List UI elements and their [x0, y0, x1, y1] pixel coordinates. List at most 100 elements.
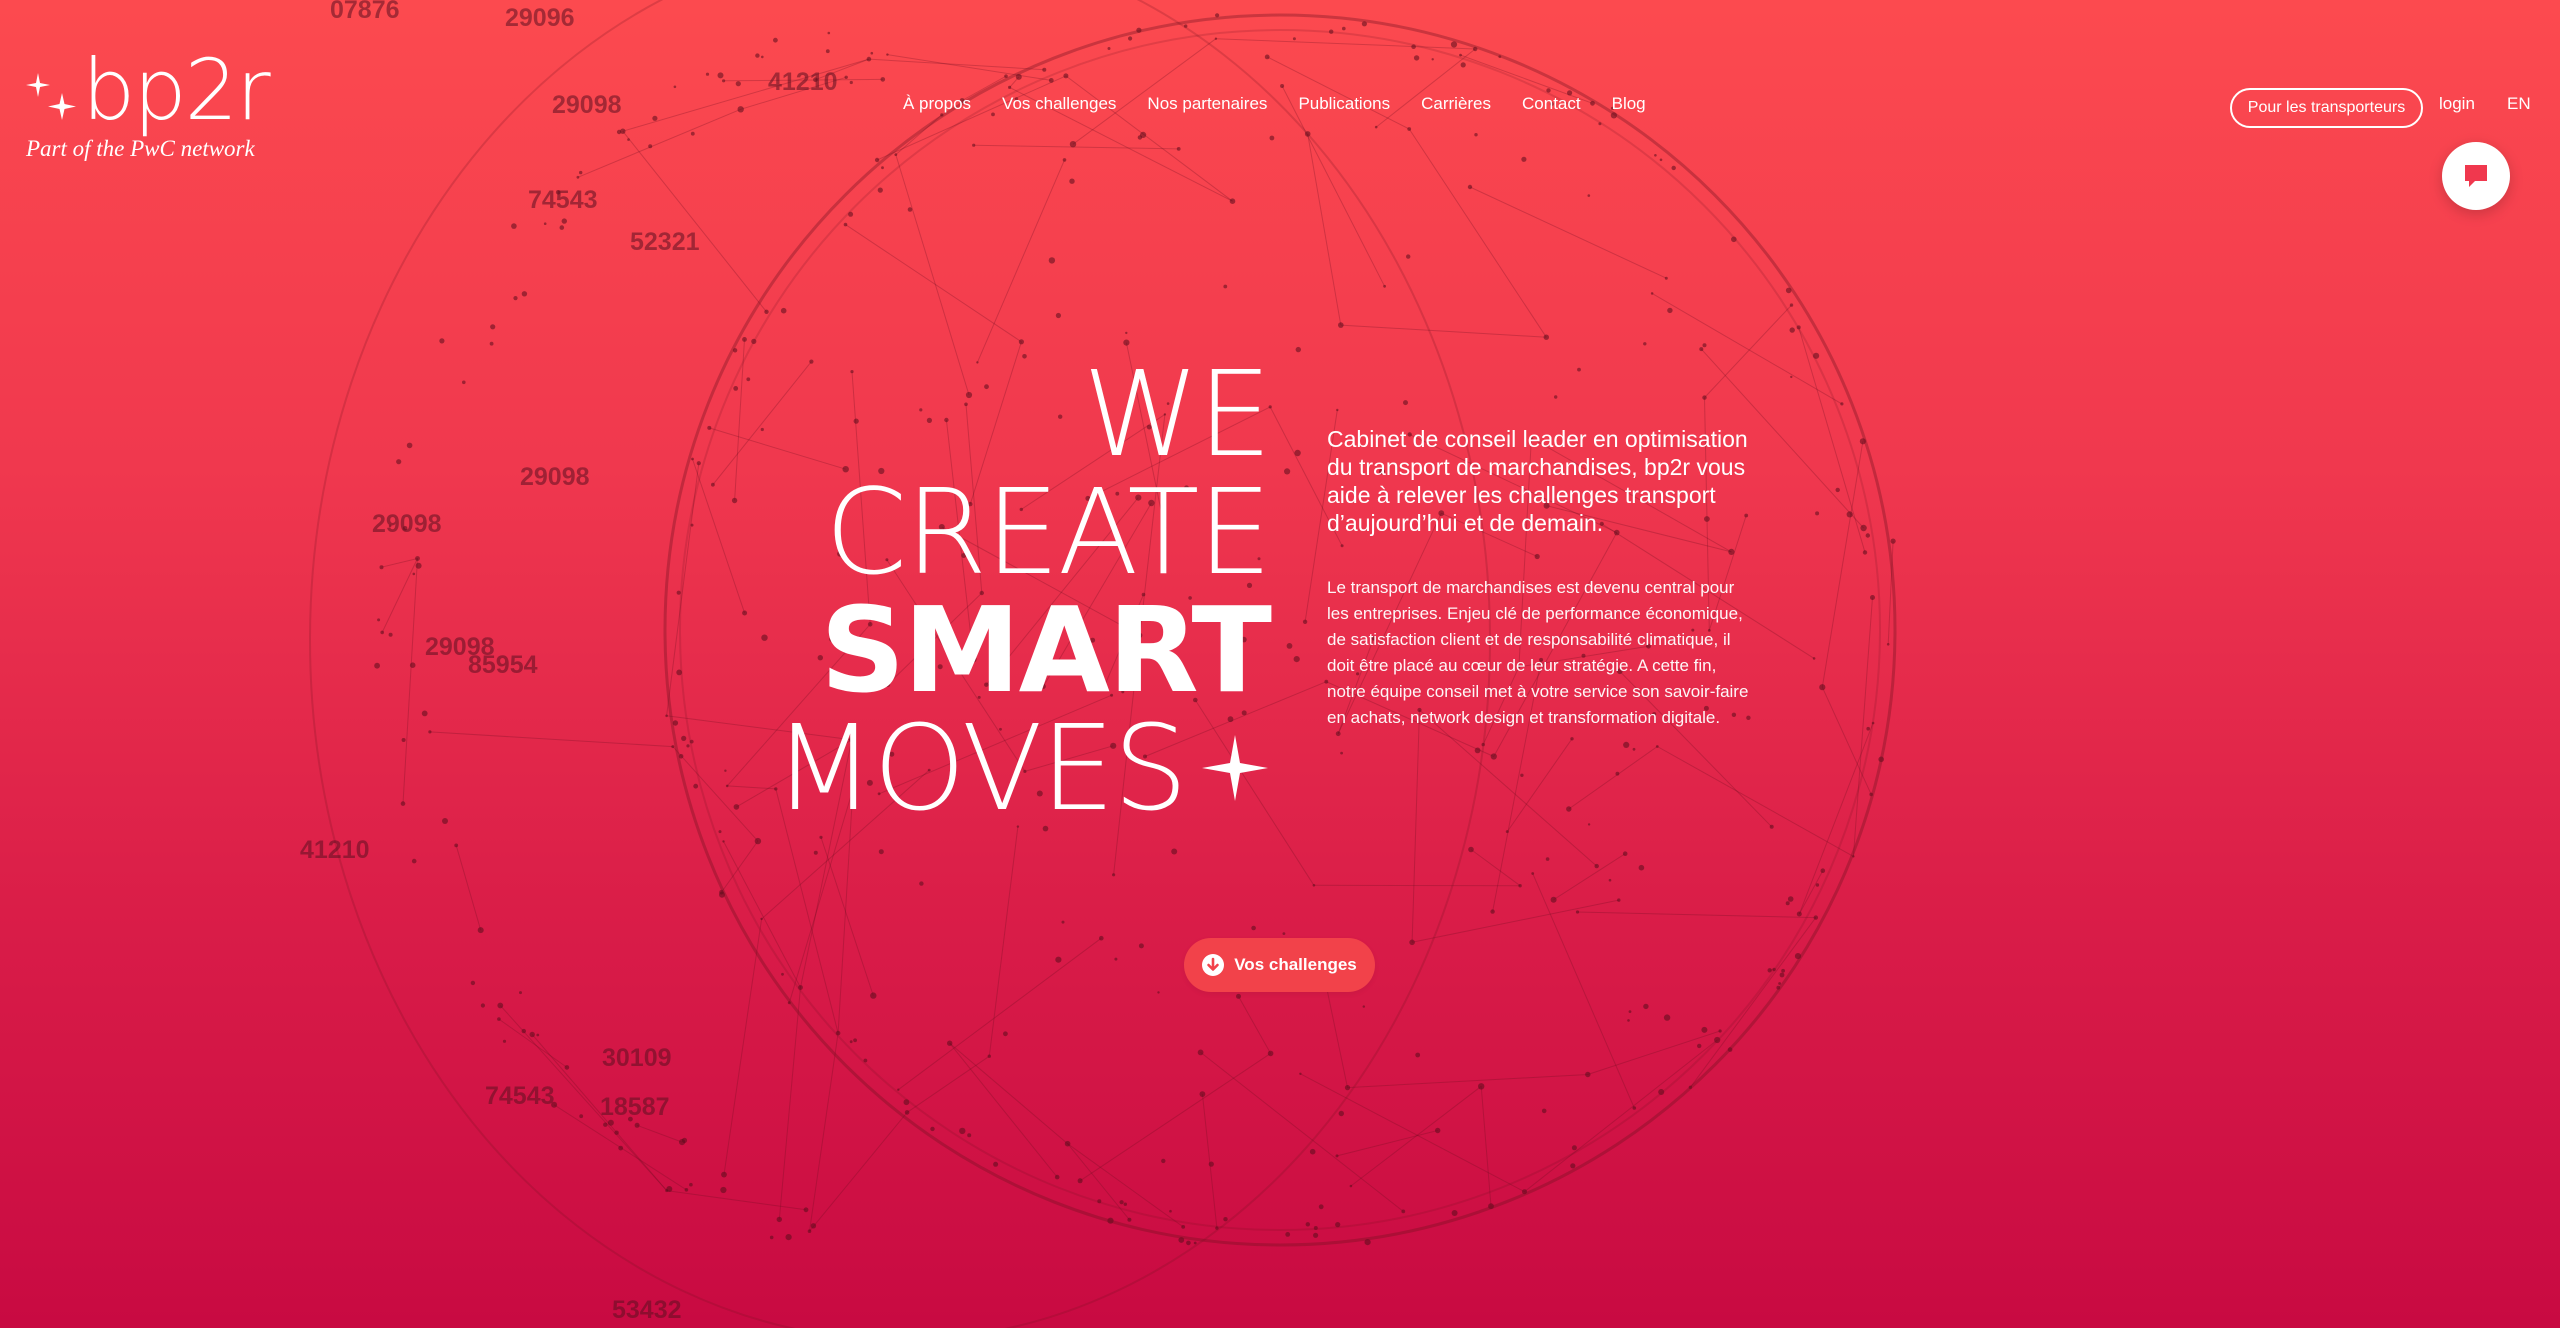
- network-node: [760, 427, 764, 432]
- network-node: [666, 1186, 673, 1192]
- network-node: [1727, 1047, 1733, 1052]
- language-switch[interactable]: EN: [2507, 94, 2531, 114]
- hero-title-line-we: WE: [1082, 345, 1272, 483]
- network-node: [1598, 122, 1602, 126]
- network-node: [1229, 198, 1236, 204]
- network-edge: [553, 1104, 687, 1191]
- network-node: [1435, 1127, 1441, 1134]
- network-node: [1181, 1225, 1186, 1229]
- network-node: [1197, 1049, 1204, 1056]
- network-node: [1460, 62, 1466, 68]
- network-node: [863, 1058, 868, 1063]
- network-node: [690, 523, 694, 527]
- network-node: [721, 1171, 727, 1178]
- network-node: [648, 144, 653, 149]
- network-node: [878, 849, 884, 855]
- network-node: [1886, 643, 1890, 646]
- network-node: [1467, 184, 1473, 190]
- network-node: [1123, 1202, 1128, 1206]
- carriers-button[interactable]: Pour les transporteurs: [2230, 88, 2423, 128]
- network-node: [521, 291, 528, 297]
- network-node: [1846, 511, 1853, 518]
- nav-item-carrieres[interactable]: Carrières: [1421, 94, 1491, 114]
- nav-item-publications[interactable]: Publications: [1298, 94, 1390, 114]
- network-node: [718, 830, 722, 834]
- network-node: [1208, 1161, 1214, 1167]
- network-node: [379, 565, 384, 570]
- login-link[interactable]: login: [2439, 94, 2475, 114]
- logo-tagline: Part of the PwC network: [26, 136, 255, 161]
- network-node: [428, 730, 432, 734]
- network-node: [411, 858, 417, 864]
- network-number-label: 74543: [528, 186, 598, 214]
- nav-item-contact[interactable]: Contact: [1522, 94, 1581, 114]
- network-node: [1473, 46, 1478, 52]
- network-node: [781, 972, 784, 976]
- network-node: [1718, 1029, 1722, 1033]
- network-node: [853, 1038, 857, 1043]
- network-node: [693, 783, 699, 789]
- network-edge: [740, 76, 847, 110]
- network-node: [1627, 1019, 1630, 1022]
- network-node: [529, 1031, 535, 1038]
- network-node: [1178, 1237, 1185, 1243]
- network-node: [673, 85, 677, 89]
- network-node: [1615, 771, 1620, 776]
- network-node: [1119, 1200, 1124, 1205]
- network-node: [1638, 864, 1645, 871]
- nav-item-blog[interactable]: Blog: [1612, 94, 1646, 114]
- network-node: [1869, 792, 1873, 797]
- network-node: [1790, 375, 1793, 379]
- network-node: [1785, 901, 1790, 906]
- network-edge: [1577, 911, 1816, 919]
- network-node: [1490, 909, 1495, 914]
- network-node: [1643, 1003, 1649, 1010]
- network-node: [1335, 731, 1341, 737]
- network-node: [1541, 1108, 1547, 1114]
- network-node: [1340, 544, 1344, 548]
- network-node: [1468, 846, 1474, 853]
- network-node: [760, 917, 763, 921]
- network-node: [1176, 147, 1181, 151]
- network-node: [1505, 830, 1509, 834]
- network-edge: [622, 58, 870, 132]
- network-node: [742, 610, 748, 616]
- network-edge: [429, 731, 673, 748]
- network-edge: [1200, 1052, 1404, 1212]
- network-node: [719, 889, 724, 895]
- network-node: [1812, 657, 1816, 660]
- network-node: [1813, 352, 1820, 359]
- network-node: [1403, 400, 1408, 406]
- nav-item-vos-challenges[interactable]: Vos challenges: [1002, 94, 1116, 114]
- network-node: [904, 1110, 910, 1115]
- network-node: [1865, 533, 1871, 538]
- network-node: [1335, 1222, 1341, 1228]
- network-edge: [845, 224, 1022, 343]
- network-node: [1575, 910, 1580, 914]
- network-node: [1069, 178, 1075, 184]
- nav-item-nos-partenaires[interactable]: Nos partenaires: [1147, 94, 1267, 114]
- network-node: [679, 1139, 686, 1146]
- network-node: [1632, 1106, 1637, 1110]
- network-node: [1840, 402, 1844, 406]
- network-node: [881, 166, 884, 170]
- network-node: [454, 843, 459, 848]
- network-node: [849, 80, 853, 85]
- network-node: [415, 556, 420, 561]
- network-node: [1728, 548, 1735, 556]
- network-edge: [1657, 746, 1854, 857]
- logo[interactable]: bp2r Part of the PwC network: [26, 48, 286, 162]
- network-node: [1835, 487, 1840, 493]
- network-node: [1411, 44, 1416, 49]
- vos-challenges-button[interactable]: Vos challenges: [1184, 938, 1375, 992]
- network-edge: [898, 937, 1102, 1091]
- network-node: [1161, 1158, 1166, 1164]
- network-edge: [1587, 1030, 1721, 1075]
- chat-button[interactable]: [2442, 142, 2510, 210]
- network-node: [1137, 135, 1143, 140]
- network-node: [1772, 967, 1776, 972]
- network-node: [1042, 67, 1047, 72]
- network-node: [1702, 395, 1707, 400]
- nav-item-a-propos[interactable]: À propos: [903, 94, 971, 114]
- network-node: [897, 1088, 900, 1091]
